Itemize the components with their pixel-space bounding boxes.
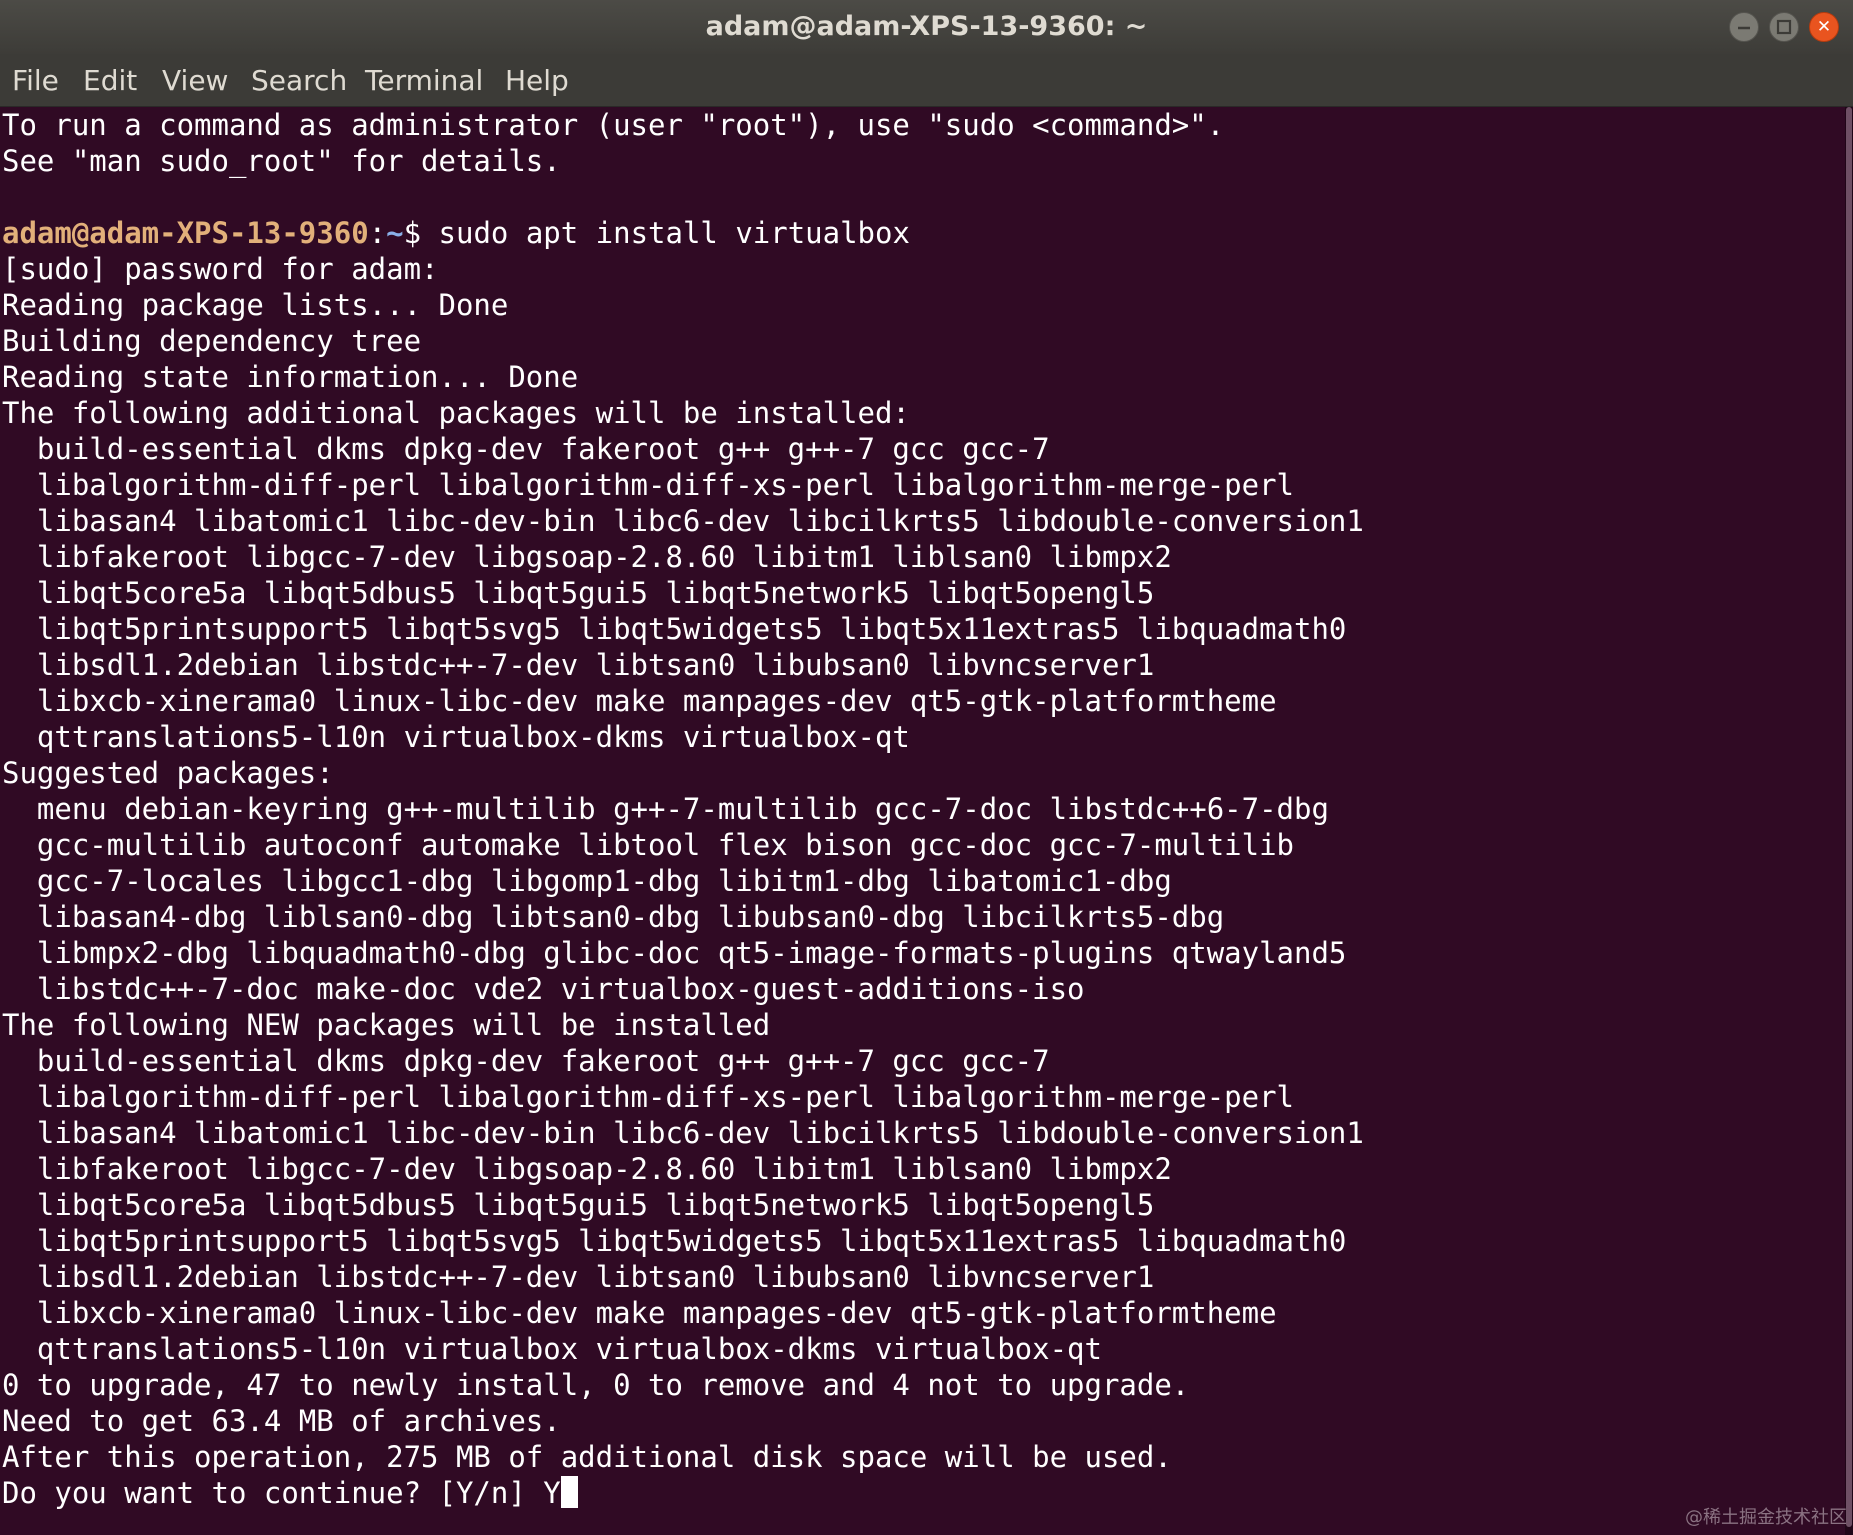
output-line: libasan4-dbg liblsan0-dbg libtsan0-dbg l… — [2, 900, 1225, 934]
output-line: gcc-7-locales libgcc1-dbg libgomp1-dbg l… — [2, 864, 1172, 898]
output-line: menu debian-keyring g++-multilib g++-7-m… — [2, 792, 1329, 826]
prompt-separator: : — [368, 216, 387, 250]
prompt-path: ~ — [386, 216, 404, 250]
output-line: libfakeroot libgcc-7-dev libgsoap-2.8.60… — [2, 1152, 1172, 1186]
output-line: Building dependency tree — [2, 324, 422, 358]
menu-bar: File Edit View Search Terminal Help — [0, 54, 1853, 107]
output-line: To run a command as administrator (user … — [2, 108, 1225, 142]
menu-terminal[interactable]: Terminal — [365, 54, 483, 106]
output-line: libxcb-xinerama0 linux-libc-dev make man… — [2, 684, 1277, 718]
continue-answer[interactable]: Y — [543, 1476, 560, 1510]
menu-edit[interactable]: Edit — [83, 54, 137, 106]
output-line: libasan4 libatomic1 libc-dev-bin libc6-d… — [2, 504, 1364, 538]
output-line: Reading state information... Done — [2, 360, 579, 394]
maximize-icon — [1776, 19, 1792, 35]
menu-help[interactable]: Help — [505, 54, 569, 106]
output-line: libxcb-xinerama0 linux-libc-dev make man… — [2, 1296, 1277, 1330]
output-line: qttranslations5-l10n virtualbox-dkms vir… — [2, 720, 910, 754]
maximize-button[interactable] — [1769, 12, 1799, 42]
output-line: 0 to upgrade, 47 to newly install, 0 to … — [2, 1368, 1190, 1402]
menu-file[interactable]: File — [12, 54, 59, 106]
output-line: Reading package lists... Done — [2, 288, 509, 322]
output-line: Need to get 63.4 MB of archives. — [2, 1404, 561, 1438]
output-line: The following NEW packages will be insta… — [2, 1008, 771, 1042]
output-line: libalgorithm-diff-perl libalgorithm-diff… — [2, 1080, 1295, 1114]
output-line: The following additional packages will b… — [2, 396, 910, 430]
terminal-output[interactable]: To run a command as administrator (user … — [0, 107, 1845, 1535]
terminal-window: adam@adam-XPS-13-9360: ~ ✕ File Edit Vie… — [0, 0, 1853, 1535]
output-line: libqt5printsupport5 libqt5svg5 libqt5wid… — [2, 612, 1347, 646]
minimize-icon — [1738, 26, 1750, 30]
output-line: build-essential dkms dpkg-dev fakeroot g… — [2, 1044, 1050, 1078]
close-button[interactable]: ✕ — [1809, 12, 1839, 42]
output-line: libmpx2-dbg libquadmath0-dbg glibc-doc q… — [2, 936, 1347, 970]
minimize-button[interactable] — [1729, 12, 1759, 42]
output-line: libqt5core5a libqt5dbus5 libqt5gui5 libq… — [2, 1188, 1155, 1222]
text-cursor — [560, 1476, 578, 1508]
command-text: sudo apt install virtualbox — [421, 216, 910, 250]
menu-view[interactable]: View — [162, 54, 228, 106]
output-line: [sudo] password for adam: — [2, 252, 439, 286]
close-icon: ✕ — [1816, 17, 1832, 37]
scrollbar[interactable] — [1845, 107, 1853, 1535]
continue-question: Do you want to continue? [Y/n] — [2, 1476, 544, 1510]
output-line: libstdc++-7-doc make-doc vde2 virtualbox… — [2, 972, 1085, 1006]
output-line: libalgorithm-diff-perl libalgorithm-diff… — [2, 468, 1295, 502]
output-line: libasan4 libatomic1 libc-dev-bin libc6-d… — [2, 1116, 1364, 1150]
output-line: libsdl1.2debian libstdc++-7-dev libtsan0… — [2, 648, 1155, 682]
output-line: qttranslations5-l10n virtualbox virtualb… — [2, 1332, 1102, 1366]
output-line: libqt5core5a libqt5dbus5 libqt5gui5 libq… — [2, 576, 1155, 610]
output-line: After this operation, 275 MB of addition… — [2, 1440, 1172, 1474]
input-line[interactable]: Do you want to continue? [Y/n] Y — [2, 1475, 578, 1511]
output-line: libqt5printsupport5 libqt5svg5 libqt5wid… — [2, 1224, 1347, 1258]
prompt-symbol: $ — [403, 216, 422, 250]
window-title: adam@adam-XPS-13-9360: ~ — [705, 11, 1148, 42]
output-line: libsdl1.2debian libstdc++-7-dev libtsan0… — [2, 1260, 1155, 1294]
prompt-line: adam@adam-XPS-13-9360:~$ sudo apt instal… — [2, 215, 910, 251]
output-line: build-essential dkms dpkg-dev fakeroot g… — [2, 432, 1050, 466]
prompt-user-host: adam@adam-XPS-13-9360 — [2, 216, 369, 250]
output-line: See "man sudo_root" for details. — [2, 144, 561, 178]
output-line: libfakeroot libgcc-7-dev libgsoap-2.8.60… — [2, 540, 1172, 574]
watermark: @稀土掘金技术社区 — [1685, 1507, 1847, 1528]
output-line: gcc-multilib autoconf automake libtool f… — [2, 828, 1295, 862]
scrollbar-thumb[interactable] — [1846, 107, 1852, 1527]
title-bar[interactable]: adam@adam-XPS-13-9360: ~ ✕ — [0, 0, 1853, 54]
output-line: Suggested packages: — [2, 756, 334, 790]
menu-search[interactable]: Search — [251, 54, 347, 106]
